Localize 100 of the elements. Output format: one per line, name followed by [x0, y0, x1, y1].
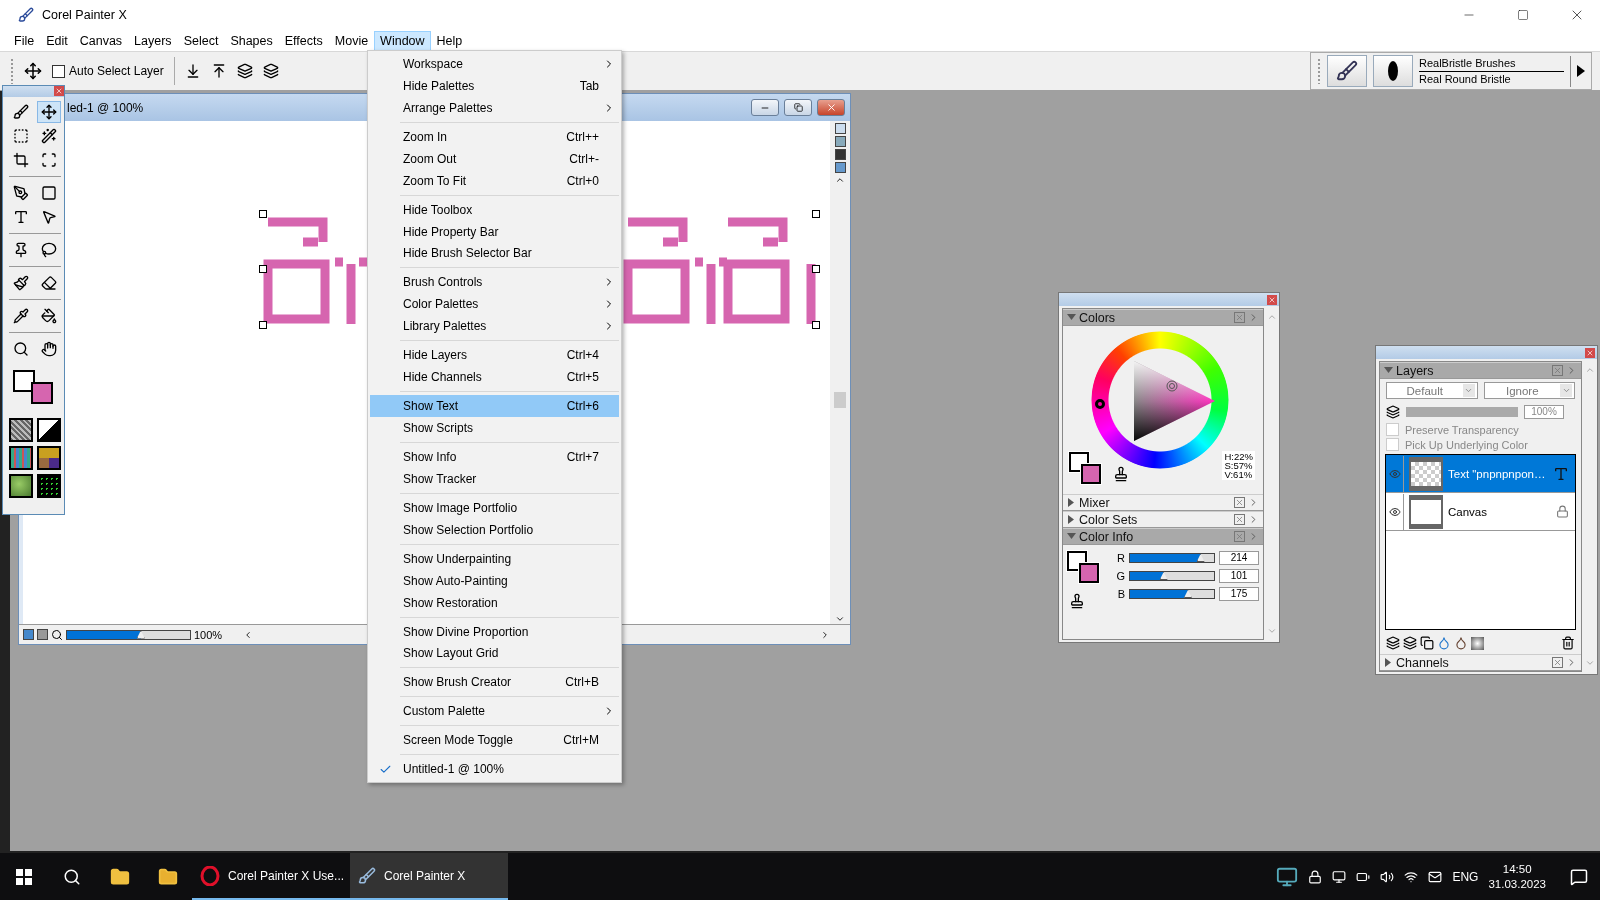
menu-item[interactable]: Custom Palette [370, 700, 619, 723]
library-thumbnail[interactable] [9, 474, 33, 498]
section-header[interactable]: Color Info [1063, 528, 1263, 545]
close-button[interactable] [54, 86, 64, 96]
channel-slider[interactable] [1129, 553, 1215, 563]
menu-item[interactable]: Show Info Ctrl+7 [370, 446, 619, 468]
taskbar-app[interactable]: Corel Painter X [350, 853, 508, 900]
start-icon[interactable] [16, 868, 32, 885]
section-header[interactable]: Layers [1380, 362, 1581, 379]
library-thumbnail[interactable] [37, 474, 61, 498]
expand-arrow-icon[interactable] [1577, 65, 1585, 77]
menu-item[interactable]: Hide Brush Selector Bar [370, 242, 619, 265]
menu-title[interactable]: Window [374, 30, 431, 51]
close-button[interactable] [1267, 294, 1277, 305]
saturation-marker[interactable] [1166, 380, 1178, 392]
selection-handle[interactable] [259, 321, 267, 329]
menu-title[interactable]: Canvas [73, 30, 129, 51]
channel-value-field[interactable]: 175 [1219, 587, 1259, 601]
main-color-swatch[interactable] [13, 370, 35, 392]
section-header[interactable]: Color Sets [1063, 511, 1263, 528]
delete-icon[interactable] [1561, 636, 1575, 650]
stamp-icon[interactable] [1069, 593, 1085, 609]
menu-item[interactable]: Hide Property Bar [370, 220, 619, 243]
library-thumbnail[interactable] [9, 446, 33, 470]
volume-icon[interactable] [1380, 869, 1395, 884]
opacity-slider[interactable] [1406, 407, 1518, 417]
library-thumbnail[interactable] [9, 418, 33, 442]
library-thumbnail[interactable] [37, 418, 61, 442]
menu-item[interactable]: Screen Mode Toggle Ctrl+M [370, 729, 619, 752]
additional-color-swatch[interactable] [31, 382, 53, 404]
clock[interactable]: 14:50 31.03.2023 [1488, 861, 1546, 892]
menu-item[interactable]: Show Brush Creator Ctrl+B [370, 671, 619, 694]
zoom-slider[interactable] [66, 629, 191, 640]
menu-item[interactable]: Zoom To Fit Ctrl+0 [370, 169, 619, 192]
additional-color-swatch[interactable] [1079, 563, 1099, 583]
library-thumbnail[interactable] [37, 446, 61, 470]
menu-title[interactable]: Movie [328, 30, 375, 51]
expand-triangle-icon[interactable] [1067, 313, 1076, 322]
notifications-icon[interactable] [1570, 867, 1588, 886]
menu-title[interactable]: Help [430, 30, 469, 51]
expand-triangle-icon[interactable] [1384, 366, 1393, 375]
menu-item[interactable]: Hide Toolbox [370, 198, 619, 221]
menu-item[interactable]: Hide Channels Ctrl+5 [370, 366, 619, 389]
restore-button[interactable] [784, 99, 812, 116]
wifi-icon[interactable] [1404, 869, 1419, 884]
additional-color-swatch[interactable] [1081, 464, 1101, 484]
menu-item[interactable]: Zoom Out Ctrl+- [370, 147, 619, 170]
close-button[interactable] [1234, 497, 1245, 508]
selection-handle[interactable] [812, 321, 820, 329]
menu-item[interactable]: Show Text Ctrl+6 [370, 395, 619, 418]
folder-icon[interactable] [158, 866, 178, 887]
menu-item[interactable]: Show Image Portfolio [370, 496, 619, 519]
magnifier-icon[interactable] [51, 628, 63, 641]
mask-icon[interactable] [1471, 636, 1484, 650]
menu-item[interactable]: Arrange Palettes [370, 96, 619, 119]
close-button[interactable] [1552, 657, 1563, 668]
eye-icon[interactable] [1388, 505, 1401, 518]
opacity-field[interactable]: 100% [1524, 405, 1564, 419]
auto-select-layer-checkbox[interactable]: Auto Select Layer [52, 57, 175, 85]
composite-method-dropdown[interactable]: Default [1386, 382, 1478, 399]
menu-item[interactable]: Show Layout Grid [370, 642, 619, 665]
menu-item[interactable]: Hide Layers Ctrl+4 [370, 344, 619, 367]
language-indicator[interactable]: ENG [1452, 869, 1479, 884]
selection-handle[interactable] [259, 265, 267, 273]
close-button[interactable] [1234, 514, 1245, 525]
display-icon[interactable] [1332, 869, 1347, 884]
menu-item[interactable]: Color Palettes [370, 293, 619, 316]
scroll-up-icon[interactable] [835, 175, 845, 185]
menu-item[interactable]: Zoom In Ctrl++ [370, 125, 619, 148]
menu-item[interactable]: Workspace [370, 53, 619, 75]
channel-slider[interactable] [1129, 571, 1215, 581]
brush-variant[interactable]: Real Round Bristle [1419, 71, 1564, 87]
scroll-right-icon[interactable] [820, 629, 830, 640]
folder-icon[interactable] [110, 866, 130, 887]
menu-item[interactable]: Brush Controls [370, 271, 619, 294]
menu-title[interactable]: Select [177, 30, 225, 51]
channel-value-field[interactable]: 101 [1219, 569, 1259, 583]
section-header[interactable]: Channels [1380, 654, 1581, 671]
expand-triangle-icon[interactable] [1384, 658, 1393, 667]
layer-adjuster-button[interactable] [37, 101, 61, 123]
menu-title[interactable]: Edit [40, 30, 74, 51]
scroll-thumb[interactable] [834, 391, 846, 408]
channel-slider[interactable] [1129, 589, 1215, 599]
menu-title[interactable]: File [8, 30, 41, 51]
menu-item[interactable]: Show Divine Proportion [370, 620, 619, 643]
search-icon[interactable] [63, 867, 81, 886]
menu-title[interactable]: Effects [278, 30, 329, 51]
vertical-scrollbar[interactable] [833, 175, 847, 624]
menu-item[interactable]: Hide Palettes Tab [370, 74, 619, 97]
close-button[interactable] [817, 99, 845, 116]
scroll-left-icon[interactable] [243, 629, 253, 640]
menu-item[interactable]: Show Auto-Painting [370, 569, 619, 592]
menu-item[interactable]: Show Underpainting [370, 547, 619, 570]
lock-icon[interactable] [1308, 869, 1323, 884]
new-layer-icon[interactable] [1420, 636, 1434, 650]
brush-category-button[interactable] [1327, 55, 1367, 87]
mail-icon[interactable] [1428, 869, 1443, 884]
menu-item[interactable]: Show Tracker [370, 467, 619, 490]
section-header[interactable]: Colors [1063, 309, 1263, 326]
menu-item[interactable]: Show Selection Portfolio [370, 518, 619, 541]
